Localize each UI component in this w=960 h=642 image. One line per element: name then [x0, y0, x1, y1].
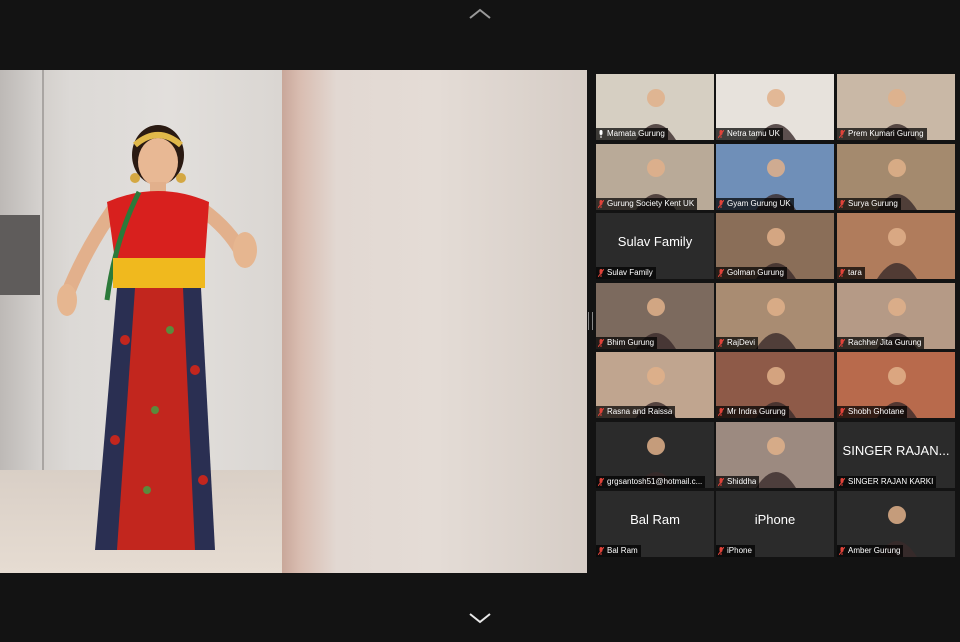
participant-name: SINGER RAJAN KARKI — [848, 477, 934, 486]
participant-name-label: Gyam Gurung UK — [716, 198, 794, 210]
participant-name-label: Rachhe/ Jita Gurung — [837, 337, 925, 349]
split-divider[interactable] — [588, 312, 593, 330]
active-speaker-video[interactable] — [0, 70, 587, 573]
participant-tile[interactable]: iPhone iPhone — [716, 491, 834, 557]
participant-name-label: SINGER RAJAN KARKI — [837, 476, 937, 488]
participant-tile[interactable]: Rachhe/ Jita Gurung — [837, 283, 955, 349]
muted-mic-icon — [598, 547, 604, 555]
participant-tile[interactable]: Bhim Gurung — [596, 283, 714, 349]
participant-name-label: Bal Ram — [596, 545, 641, 557]
participant-name-label: iPhone — [716, 545, 755, 557]
mic-icon — [599, 130, 603, 138]
participant-tile[interactable]: Netra tamu UK — [716, 74, 834, 140]
participant-name: Rachhe/ Jita Gurung — [848, 338, 922, 347]
dancer-figure — [57, 125, 257, 550]
participant-name: Netra tamu UK — [727, 129, 780, 138]
participant-display-name: Bal Ram — [630, 511, 680, 527]
participant-tile[interactable]: Mr Indra Gurung — [716, 352, 834, 418]
blurred-wall — [282, 70, 587, 573]
muted-mic-icon — [839, 130, 845, 138]
participant-tile[interactable]: SINGER RAJAN... SINGER RAJAN KARKI — [837, 422, 955, 488]
muted-mic-icon — [598, 339, 604, 347]
participant-name: Prem Kumari Gurung — [848, 129, 924, 138]
chevron-down-icon — [469, 613, 491, 624]
participant-name: Gurung Society Kent UK — [607, 199, 695, 208]
participant-name-label: Gurung Society Kent UK — [596, 198, 698, 210]
participant-name: Shiddha — [727, 477, 757, 486]
participant-tile[interactable]: RajDevi — [716, 283, 834, 349]
participant-tile[interactable]: Amber Gurung — [837, 491, 955, 557]
participant-name: Bal Ram — [607, 546, 638, 555]
participant-name-label: Surya Gurung — [837, 198, 901, 210]
participant-name-label: Prem Kumari Gurung — [837, 128, 927, 140]
participant-name: Golman Gurung — [727, 268, 784, 277]
participant-tile[interactable]: Shobh Ghotane — [837, 352, 955, 418]
participant-tile[interactable]: Rasna and Raissa — [596, 352, 714, 418]
participant-name: Mamata Gurung — [607, 129, 665, 138]
participant-name: iPhone — [727, 546, 752, 555]
participant-tile[interactable]: Surya Gurung — [837, 144, 955, 210]
participant-name-label: Amber Gurung — [837, 545, 904, 557]
muted-mic-icon — [598, 478, 604, 486]
participant-tile[interactable]: Shiddha — [716, 422, 834, 488]
scroll-down-button[interactable] — [468, 612, 492, 624]
muted-mic-icon — [718, 269, 724, 277]
participant-name: Bhim Gurung — [607, 338, 655, 347]
participant-name: Surya Gurung — [848, 199, 898, 208]
participant-name: RajDevi — [727, 338, 756, 347]
participant-name-label: RajDevi — [716, 337, 759, 349]
scroll-up-button[interactable] — [468, 8, 492, 20]
participant-name: grgsantosh51@hotmail.c... — [607, 477, 703, 486]
participant-name-label: Netra tamu UK — [716, 128, 783, 140]
participant-name-label: Mr Indra Gurung — [716, 406, 789, 418]
muted-mic-icon — [718, 130, 724, 138]
muted-mic-icon — [718, 200, 724, 208]
muted-mic-icon — [718, 547, 724, 555]
participant-display-name: Sulav Family — [617, 233, 693, 249]
muted-mic-icon — [598, 408, 604, 416]
participant-tile[interactable]: Golman Gurung — [716, 213, 834, 279]
muted-mic-icon — [839, 547, 845, 555]
participant-name: Shobh Ghotane — [848, 407, 905, 416]
participant-tile[interactable]: grgsantosh51@hotmail.c... — [596, 422, 714, 488]
chevron-up-icon — [469, 8, 491, 19]
participant-tile[interactable]: Sulav Family Sulav Family — [596, 213, 714, 279]
participant-tile[interactable]: Bal Ram Bal Ram — [596, 491, 714, 557]
muted-mic-icon — [718, 408, 724, 416]
participant-tile[interactable]: tara — [837, 213, 955, 279]
participant-name: Amber Gurung — [848, 546, 901, 555]
muted-mic-icon — [718, 478, 724, 486]
participant-name-label: Shiddha — [716, 476, 760, 488]
participant-name-label: Golman Gurung — [716, 267, 787, 279]
participant-name: tara — [848, 268, 862, 277]
participant-name-label: Shobh Ghotane — [837, 406, 908, 418]
muted-mic-icon — [839, 408, 845, 416]
participant-tile[interactable]: Mamata Gurung — [596, 74, 714, 140]
muted-mic-icon — [839, 478, 845, 486]
participant-name: Mr Indra Gurung — [727, 407, 786, 416]
muted-mic-icon — [718, 339, 724, 347]
participant-name-label: Sulav Family — [596, 267, 656, 279]
participant-display-name: iPhone — [754, 511, 796, 527]
participant-name-label: Mamata Gurung — [596, 128, 668, 140]
muted-mic-icon — [598, 269, 604, 277]
participant-gallery: Mamata Gurung Netra tamu UK Prem Kumari Gu… — [596, 74, 956, 559]
participant-tile[interactable]: Prem Kumari Gurung — [837, 74, 955, 140]
participant-name: Rasna and Raissa — [607, 407, 673, 416]
participant-name: Gyam Gurung UK — [727, 199, 791, 208]
muted-mic-icon — [598, 200, 604, 208]
door-panel — [0, 215, 40, 295]
participant-tile[interactable]: Gurung Society Kent UK — [596, 144, 714, 210]
participant-name-label: Bhim Gurung — [596, 337, 658, 349]
muted-mic-icon — [839, 269, 845, 277]
participant-name-label: Rasna and Raissa — [596, 406, 676, 418]
muted-mic-icon — [839, 339, 845, 347]
participant-name-label: grgsantosh51@hotmail.c... — [596, 476, 706, 488]
participant-tile[interactable]: Gyam Gurung UK — [716, 144, 834, 210]
participant-display-name: SINGER RAJAN... — [842, 442, 950, 458]
muted-mic-icon — [839, 200, 845, 208]
participant-name: Sulav Family — [607, 268, 653, 277]
participant-name-label: tara — [837, 267, 865, 279]
